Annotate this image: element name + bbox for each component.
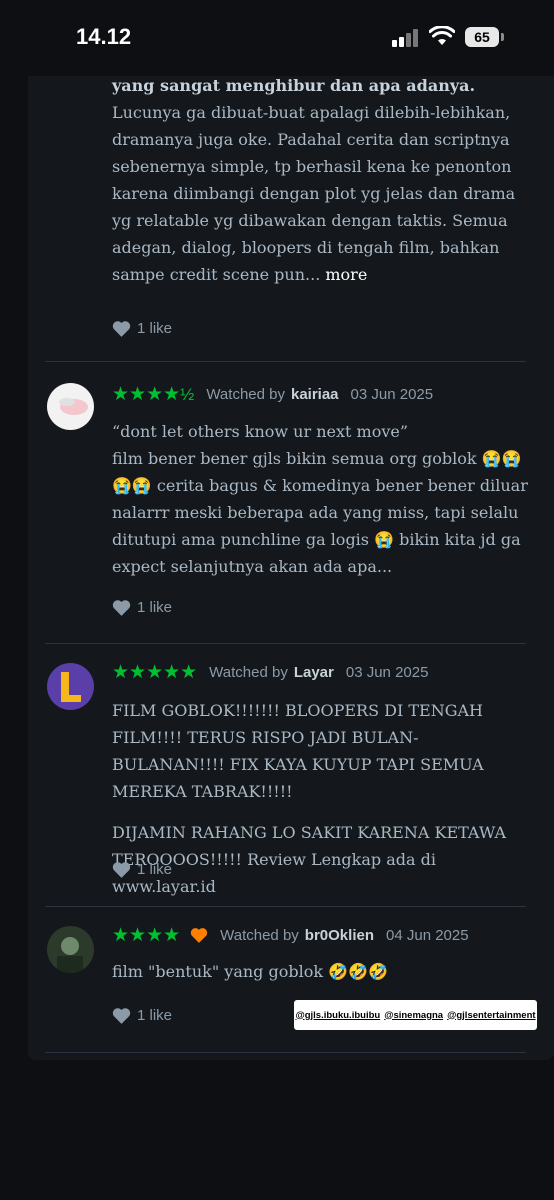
mention-tag[interactable]: @gjls.ibuku.ibuibu [295,1010,380,1021]
review-2-line-1: “dont let others know ur next move” [112,422,409,441]
review-1-body: ————— ———— ——————— ———— ————————— yang s… [112,59,532,288]
review-1-bold-text: yang sangat menghibur dan apa adanya. [112,76,476,95]
review-1-likes: 1 like [137,319,173,337]
cellular-signal-icon [392,29,422,47]
mention-tag[interactable]: @gjlsentertainment [447,1010,535,1021]
rating-stars: ★★★★★ [112,661,198,683]
mention-tags-overlay[interactable]: @gjls.ibuku.ibuibu @sinemagna @gjlsenter… [294,1000,537,1030]
review-4-username[interactable]: br0Oklien [305,927,374,944]
review-3-body: FILM GOBLOK!!!!!!! BLOOPERS DI TENGAH FI… [112,697,522,900]
liked-heart-icon [190,928,208,943]
review-4-meta: ★★★★ Watched by br0Oklien 04 Jun 2025 [112,923,469,947]
divider [45,643,526,644]
review-4-text: film "bentuk" yang goblok 🤣🤣🤣 [112,962,388,981]
review-3-paragraph-1: FILM GOBLOK!!!!!!! BLOOPERS DI TENGAH FI… [112,701,484,801]
divider [45,1052,526,1053]
rating-stars: ★★★★ [112,924,181,946]
avatar-br0oklien[interactable] [47,926,94,973]
watched-label: Watched by [209,663,288,681]
review-4-likes: 1 like [137,1006,173,1024]
avatar-image [59,398,88,415]
review-2-likes: 1 like [137,598,173,616]
review-2-body: “dont let others know ur next move” film… [112,418,532,580]
battery-tip [501,33,504,41]
watched-label: Watched by [220,926,299,944]
avatar-kairiaa[interactable] [47,383,94,430]
wifi-icon [429,26,455,45]
watched-label: Watched by [206,385,285,403]
divider [45,906,526,907]
review-4-like-button[interactable]: 1 like [112,1004,172,1026]
battery-icon: 65 [465,27,499,47]
rating-stars: ★★★★½ [112,383,195,405]
divider [45,361,526,362]
review-1-more-link[interactable]: more [325,265,367,284]
review-4-body: film "bentuk" yang goblok 🤣🤣🤣 [112,958,532,985]
avatar-image [61,672,81,702]
heart-icon [112,861,131,878]
heart-icon [112,1007,131,1024]
review-2-meta: ★★★★½ Watched by kairiaa 03 Jun 2025 [112,382,433,406]
review-2-username[interactable]: kairiaa [291,386,339,403]
review-3-like-button[interactable]: 1 like [112,858,172,880]
review-3-likes: 1 like [137,860,173,878]
heart-icon [112,320,131,337]
review-3-paragraph-2: DIJAMIN RAHANG LO SAKIT KARENA KETAWA TE… [112,823,507,896]
avatar-layar[interactable] [47,663,94,710]
review-2-like-button[interactable]: 1 like [112,596,172,618]
heart-icon [112,599,131,616]
review-3-meta: ★★★★★ Watched by Layar 03 Jun 2025 [112,660,428,684]
review-2-date: 03 Jun 2025 [350,385,434,403]
review-3-username[interactable]: Layar [294,664,334,681]
mention-tag[interactable]: @sinemagna [384,1010,443,1021]
review-3-date: 03 Jun 2025 [345,663,429,681]
avatar-image [57,937,83,973]
review-1-like-button[interactable]: 1 like [112,317,172,339]
review-1-cutoff-line: ————— ———— ——————— ———— ————————— [112,58,532,68]
status-time: 14.12 [76,24,132,49]
review-2-line-2: film bener bener gjls bikin semua org go… [112,449,528,576]
review-4-date: 04 Jun 2025 [386,926,469,944]
review-1-text: Lucunya ga dibuat-buat apalagi dilebih-l… [112,103,516,284]
